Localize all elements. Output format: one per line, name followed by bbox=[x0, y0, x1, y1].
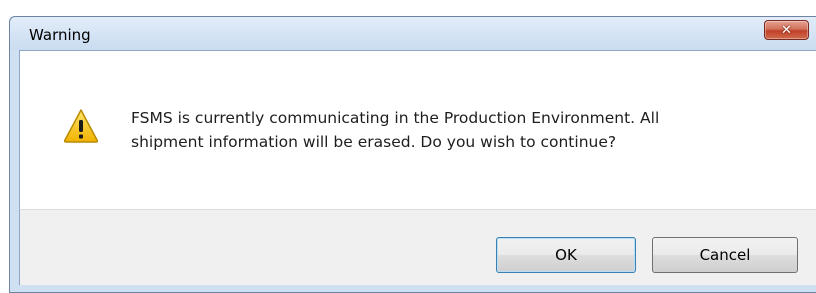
message-area: FSMS is currently communicating in the P… bbox=[19, 50, 816, 209]
message-line-1: FSMS is currently communicating in the P… bbox=[131, 109, 660, 127]
message-line-2: shipment information will be erased. Do … bbox=[131, 133, 617, 151]
button-bar: OK Cancel bbox=[19, 209, 816, 285]
close-button[interactable]: ✕ bbox=[764, 20, 809, 40]
window-title: Warning bbox=[29, 26, 91, 44]
warning-dialog: Warning ✕ FSMS is currently communicatin… bbox=[9, 16, 816, 293]
close-icon: ✕ bbox=[781, 22, 792, 38]
title-bar[interactable]: Warning ✕ bbox=[10, 17, 816, 50]
ok-button[interactable]: OK bbox=[496, 237, 636, 273]
warning-message: FSMS is currently communicating in the P… bbox=[131, 106, 771, 154]
warning-icon bbox=[63, 109, 99, 143]
cancel-button[interactable]: Cancel bbox=[652, 237, 798, 273]
